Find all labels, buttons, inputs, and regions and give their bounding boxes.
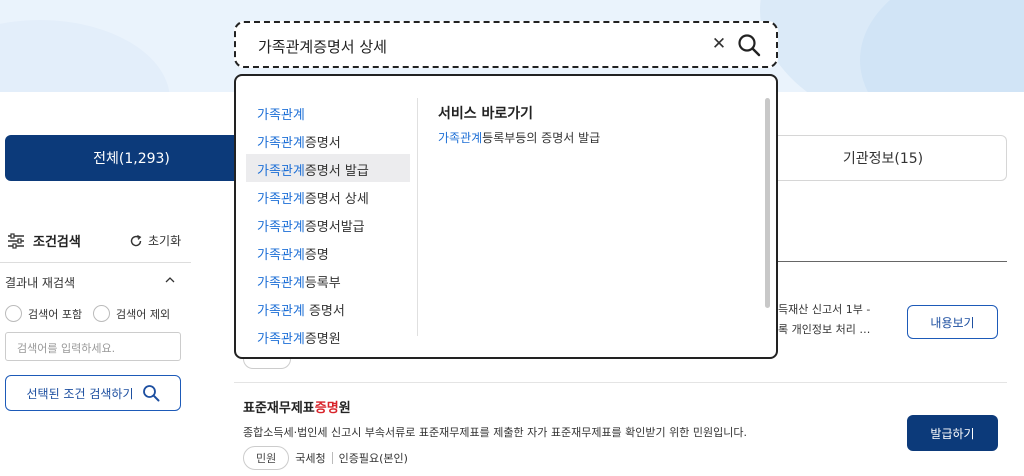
exclude-radio[interactable] xyxy=(93,305,110,322)
search-icon xyxy=(142,385,159,402)
chevron-up-icon[interactable] xyxy=(165,275,175,285)
exclude-keyword-option[interactable]: 검색어 제외 xyxy=(93,305,170,322)
suggestion-item[interactable]: 가족관계 증명서 xyxy=(246,294,410,322)
suggestion-item[interactable]: 가족관계증명원 xyxy=(246,322,410,350)
separator xyxy=(331,452,333,464)
row-divider xyxy=(234,382,1007,383)
include-keyword-option[interactable]: 검색어 포함 xyxy=(5,305,82,322)
filter-sliders-icon xyxy=(8,232,24,249)
filter-title: 조건검색 xyxy=(7,231,81,250)
close-icon[interactable]: ✕ xyxy=(710,34,728,54)
refresh-icon xyxy=(130,234,142,246)
apply-filter-button[interactable]: 선택된 조건 검색하기 xyxy=(5,375,181,411)
dropdown-divider xyxy=(417,98,418,336)
suggestion-item[interactable]: 가족관계증명서 xyxy=(246,126,410,154)
apply-filter-label: 선택된 조건 검색하기 xyxy=(26,386,134,401)
type-tag: 민원 xyxy=(243,446,290,470)
suggestion-item[interactable]: 가족관계증명서발급 xyxy=(246,210,410,238)
suggestion-item[interactable]: 가족관계증명 xyxy=(246,238,410,266)
search-bar[interactable]: 가족관계증명서 상세 ✕ xyxy=(234,21,778,68)
result-2-tags: 민원 국세청 인증필요(본인) xyxy=(243,446,408,470)
reset-label: 초기화 xyxy=(148,234,182,248)
research-input[interactable]: 검색어를 입력하세요. xyxy=(5,332,181,361)
issue-button[interactable]: 발급하기 xyxy=(907,415,998,451)
tab-org-info[interactable]: 기관정보(15) xyxy=(740,135,1007,181)
view-details-button[interactable]: 내용보기 xyxy=(907,305,998,339)
suggestion-item[interactable]: 가족관계 xyxy=(246,98,410,126)
dropdown-scrollbar[interactable] xyxy=(765,98,770,308)
exclude-label: 검색어 제외 xyxy=(116,307,171,321)
autocomplete-dropdown: 가족관계 가족관계증명서 가족관계증명서 발급 가족관계증명서 상세 가족관계증… xyxy=(234,74,778,359)
result-2-description: 종합소득세·법인세 신고시 부속서류로 표준재무제표를 제출한 자가 표준재무제… xyxy=(243,426,747,439)
auth-label: 인증필요(본인) xyxy=(338,452,408,465)
tab-all[interactable]: 전체(1,293) xyxy=(5,135,258,181)
suggestion-item[interactable]: 가족관계증명서 상세 xyxy=(246,182,410,210)
search-icon[interactable] xyxy=(736,32,762,58)
include-radio[interactable] xyxy=(5,305,22,322)
research-label: 결과내 재검색 xyxy=(5,276,76,290)
divider xyxy=(0,262,191,263)
include-label: 검색어 포함 xyxy=(28,307,83,321)
agency-label: 국세청 xyxy=(295,452,326,465)
suggestion-item[interactable]: 가족관계증명서 발급 xyxy=(246,154,410,182)
search-input[interactable]: 가족관계증명서 상세 xyxy=(258,36,387,57)
result-2-title[interactable]: 표준재무제표증명원 xyxy=(243,397,351,416)
result-1-description: 득재산 신고서 1부 - 록 개인정보 처리 … xyxy=(778,303,871,336)
reset-button[interactable]: 초기화 xyxy=(129,232,181,249)
service-shortcut-title: 서비스 바로가기 xyxy=(438,106,534,122)
filter-title-label: 조건검색 xyxy=(33,235,81,250)
service-shortcut-link[interactable]: 가족관계등록부등의 증명서 발급 xyxy=(438,129,600,146)
suggestion-item[interactable]: 가족관계등록부 xyxy=(246,266,410,294)
